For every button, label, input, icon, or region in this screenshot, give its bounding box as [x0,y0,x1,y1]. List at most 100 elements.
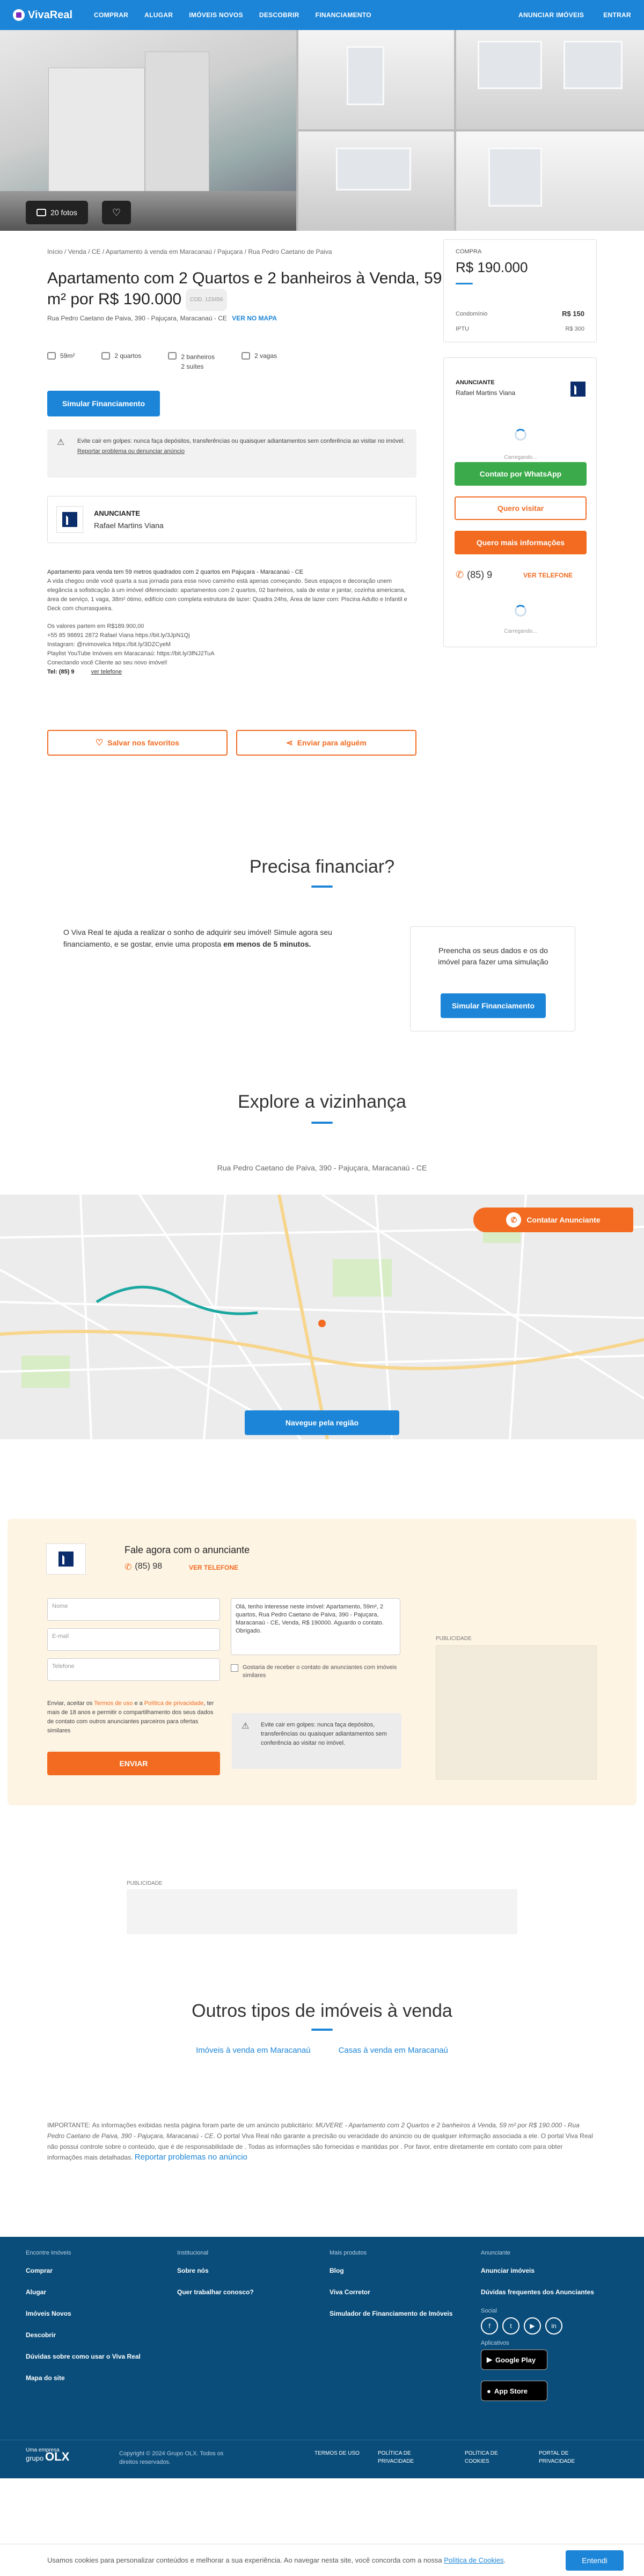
copyright: Copyright © 2024 Grupo OLX. Todos os dir… [119,2450,224,2465]
save-favorite-button[interactable]: ♡ Salvar nos favoritos [47,730,228,756]
navigate-region-button[interactable]: Navegue pela região [245,1410,399,1435]
footer-link-mapa[interactable]: Mapa do site [26,2374,165,2382]
report-listing-link[interactable]: Reportar problemas no anúncio [135,2153,247,2162]
google-play-badge[interactable]: ▶ Google Play [481,2350,547,2370]
see-on-map-link[interactable]: VER NO MAPA [232,314,277,322]
vivareal-logo[interactable]: VivaReal [13,9,72,21]
footer-col1-heading: Encontre imóveis [26,2250,71,2256]
crumb-sep: / [64,248,67,255]
cookies-policy-link[interactable]: POLÍTICA DE COOKIES [465,2449,513,2465]
crumb-inicio[interactable]: Início [47,248,63,255]
listing-description: Apartamento para venda tem 59 metros qua… [47,568,416,677]
phone-input[interactable]: Telefone [47,1658,220,1681]
privacy-policy-link[interactable]: Política de privacidade [144,1700,204,1707]
loading-text-2: Carregando... [504,628,537,634]
crumb-street[interactable]: Rua Pedro Caetano de Paiva [248,248,332,255]
nav-financiamento[interactable]: FINANCIAMENTO [316,11,371,19]
privacy-portal-link[interactable]: PORTAL DE PRIVACIDADE [539,2449,592,2465]
photo-3[interactable] [456,30,644,129]
similar-checkbox[interactable] [231,1664,238,1672]
ad-label: PUBLICIDADE [127,1880,163,1886]
terms-link[interactable]: TERMOS DE USO [314,2449,363,2457]
footer-link-simulador[interactable]: Simulador de Financiamento de Imóveis [330,2310,480,2317]
footer-link-corretor[interactable]: Viva Corretor [330,2288,480,2296]
footer-link-anunciar[interactable]: Anunciar imóveis [481,2267,636,2274]
nav-descobrir[interactable]: DESCOBRIR [259,11,299,19]
nav-alugar[interactable]: ALUGAR [144,11,173,19]
footer: Encontre imóveis Comprar Alugar Imóveis … [0,2237,644,2478]
area-value: 59m² [60,352,75,360]
app-store-badge[interactable]: ● App Store [481,2381,547,2401]
cookie-text: Usamos cookies para personalizar conteúd… [47,2556,530,2564]
link-imoveis-maracanau[interactable]: Imóveis à venda em Maracanaú [196,2046,310,2055]
see-phone-link[interactable]: ver telefone [91,669,122,675]
crumb-ce[interactable]: CE [92,248,101,255]
footer-link-trabalhe[interactable]: Quer trabalhar conosco? [177,2288,306,2296]
photo-5[interactable] [456,131,644,231]
listing-code-badge: COD. 123456 [186,289,228,311]
visit-button[interactable]: Quero visitar [455,496,587,520]
footer-link-descobrir[interactable]: Descobrir [26,2331,165,2339]
cookie-text-main: Usamos cookies para personalizar conteúd… [47,2556,444,2564]
condo-value: R$ 150 [562,310,584,318]
nav-comprar[interactable]: COMPRAR [94,11,128,19]
olx-group-logo: Uma empresa grupo OLX [26,2447,69,2463]
neighborhood-map[interactable]: ✆ Contatar Anunciante Navegue pela região [0,1195,644,1439]
cookie-text-end: . [503,2556,506,2564]
breadcrumb: Início / Venda / CE / Apartamento à vend… [47,248,332,255]
see-phone-button[interactable]: VER TELEFONE [523,572,573,579]
advertiser-card[interactable]: ANUNCIANTE Rafael Martins Viana [47,496,416,543]
footer-link-duvidas-anunciantes[interactable]: Dúvidas frequentes dos Anunciantes [481,2288,636,2296]
photo-2[interactable] [298,30,454,129]
crumb-city[interactable]: Apartamento à venda em Maracanaú [106,248,212,255]
cookie-accept-button[interactable]: Entendi [566,2550,624,2571]
form-see-phone-button[interactable]: VER TELEFONE [189,1564,238,1571]
crumb-venda[interactable]: Venda [68,248,86,255]
finance-simulate-button[interactable]: Simular Financiamento [441,993,546,1018]
contact-advertiser-map-button[interactable]: ✆ Contatar Anunciante [473,1208,633,1232]
youtube-icon[interactable]: ▶ [524,2317,541,2334]
footer-link-duvidas[interactable]: Dúvidas sobre como usar o Viva Real [26,2353,165,2360]
form-heading: Fale agora com o anunciante [125,1545,250,1555]
photo-4[interactable] [298,131,454,231]
linkedin-icon[interactable]: in [545,2317,562,2334]
simulate-financing-button[interactable]: Simular Financiamento [47,391,160,416]
crumb-neighborhood[interactable]: Pajuçara [217,248,243,255]
login-link[interactable]: ENTRAR [603,11,631,19]
price-underline [456,283,473,284]
price-box: COMPRA R$ 190.000 Condomínio R$ 150 IPTU… [443,239,597,342]
link-casas-maracanau[interactable]: Casas à venda em Maracanaú [339,2046,448,2055]
send-button[interactable]: ENVIAR [47,1752,220,1775]
favorite-heart-button[interactable]: ♡ [102,201,131,224]
building-shape-2 [145,52,209,207]
share-button[interactable]: ⋖ Enviar para alguém [236,730,416,756]
nav-imoveis-novos[interactable]: IMÓVEIS NOVOS [189,11,243,19]
privacy-link[interactable]: POLÍTICA DE PRIVACIDADE [378,2449,426,2465]
message-textarea[interactable]: Olá, tenho interesse neste imóvel: Apart… [231,1598,400,1655]
listing-title-block: Apartamento com 2 Quartos e 2 banheiros … [47,268,455,311]
similar-checkbox-row[interactable]: Gostaria de receber o contato de anuncia… [231,1664,402,1680]
heart-icon: ♡ [112,207,121,218]
footer-link-blog[interactable]: Blog [330,2267,480,2274]
name-input[interactable]: Nome [47,1598,220,1621]
terms-of-use-link[interactable]: Termos de uso [94,1700,133,1707]
amenity-bathrooms: 2 banheiros 2 suítes [168,352,215,371]
footer-link-sobre[interactable]: Sobre nós [177,2267,306,2274]
cookie-policy-link[interactable]: Política de Cookies [444,2556,503,2564]
twitter-icon[interactable]: t [502,2317,519,2334]
email-input[interactable]: E-mail [47,1628,220,1651]
announce-link[interactable]: ANUNCIAR IMÓVEIS [518,11,584,19]
footer-link-alugar[interactable]: Alugar [26,2288,165,2296]
brand-name: VivaReal [28,9,73,21]
footer-link-imoveis-novos[interactable]: Imóveis Novos [26,2310,165,2317]
facebook-icon[interactable]: f [481,2317,498,2334]
amenity-parking: 2 vagas [241,352,277,371]
photo-gallery[interactable]: 20 fotos ♡ [0,30,644,231]
footer-link-comprar[interactable]: Comprar [26,2267,165,2274]
camera-icon [36,209,47,216]
more-info-button[interactable]: Quero mais informações [455,531,587,554]
photos-count-button[interactable]: 20 fotos [26,201,88,224]
report-problem-link[interactable]: Reportar problema ou denunciar anúncio [77,448,185,455]
cookie-banner: Usamos cookies para personalizar conteúd… [0,2544,644,2576]
whatsapp-button[interactable]: Contato por WhatsApp [455,462,587,486]
